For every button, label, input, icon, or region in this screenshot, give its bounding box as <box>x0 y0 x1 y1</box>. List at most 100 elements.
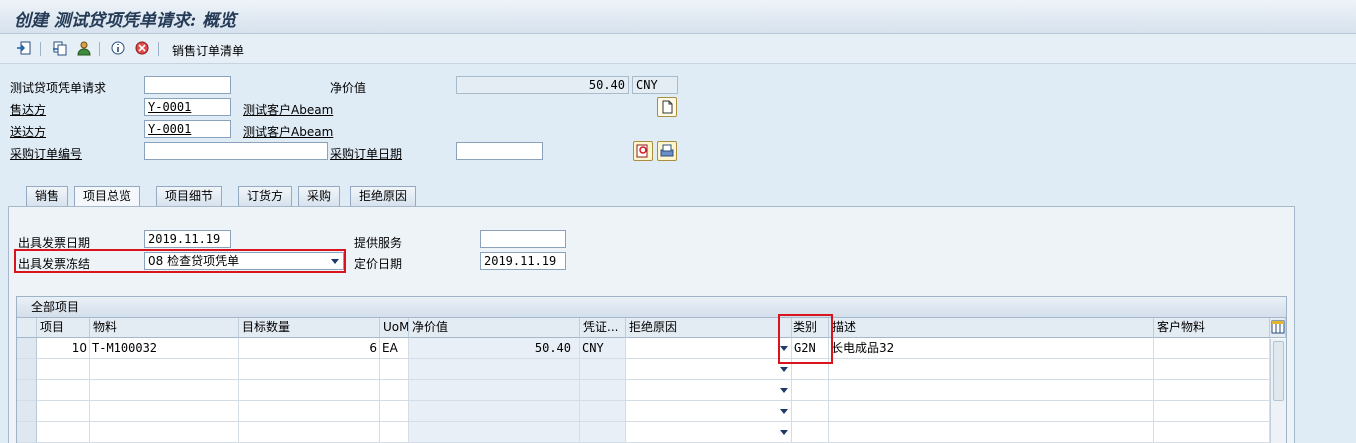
chevron-down-icon[interactable] <box>780 367 788 372</box>
ship-to-name-link[interactable]: 测试客户Abeam <box>243 123 333 140</box>
cell-material[interactable] <box>90 422 239 443</box>
cell-rejection-reason[interactable] <box>626 380 792 401</box>
document-button[interactable] <box>657 97 677 117</box>
cell-target-qty[interactable]: 6 <box>239 338 380 359</box>
cell-target-qty[interactable] <box>239 422 380 443</box>
row-selector[interactable] <box>17 401 37 422</box>
chevron-down-icon[interactable] <box>780 430 788 435</box>
row-selector-header[interactable] <box>17 318 37 338</box>
row-selector[interactable] <box>17 338 37 359</box>
cell-net-value <box>409 422 580 443</box>
col-customer-material[interactable]: 客户物料 <box>1154 318 1270 338</box>
net-value-field: 50.40 <box>456 76 629 94</box>
net-value-label: 净价值 <box>330 81 367 95</box>
items-table-title: 全部项目 <box>17 297 1286 318</box>
scrollbar-thumb[interactable] <box>1273 341 1284 401</box>
po-search-button[interactable] <box>633 141 653 161</box>
cell-material[interactable] <box>90 359 239 380</box>
billing-date-field[interactable]: 2019.11.19 <box>144 230 231 248</box>
vertical-scrollbar[interactable] <box>1270 339 1286 443</box>
tab-rejection-reason[interactable]: 拒绝原因 <box>350 186 417 206</box>
billing-block-value: 08 检查贷项凭单 <box>148 254 240 268</box>
cell-item[interactable]: 10 <box>37 338 90 359</box>
cell-description[interactable] <box>829 422 1154 443</box>
cell-uom[interactable] <box>380 359 409 380</box>
po-number-field[interactable] <box>144 142 328 160</box>
po-print-button[interactable] <box>657 141 677 161</box>
cell-description[interactable]: 长电成品32 <box>829 338 1154 359</box>
cell-net-value <box>409 359 580 380</box>
row-selector[interactable] <box>17 359 37 380</box>
tab-ordering-party[interactable]: 订货方 <box>238 186 293 206</box>
info-icon[interactable] <box>110 40 126 56</box>
row-selector[interactable] <box>17 422 37 443</box>
sales-order-list-button[interactable]: 销售订单清单 <box>172 42 244 59</box>
delete-icon[interactable] <box>134 40 150 56</box>
title-bar: 创建 测试贷项凭单请求: 概览 <box>0 0 1356 34</box>
cell-category[interactable] <box>792 380 829 401</box>
cell-currency <box>580 401 626 422</box>
cell-uom[interactable] <box>380 422 409 443</box>
cell-item[interactable] <box>37 422 90 443</box>
cell-material[interactable] <box>90 401 239 422</box>
cell-description[interactable] <box>829 380 1154 401</box>
tab-purchasing[interactable]: 采购 <box>298 186 341 206</box>
cell-uom[interactable] <box>380 380 409 401</box>
cell-item[interactable] <box>37 401 90 422</box>
cell-uom[interactable] <box>380 401 409 422</box>
cell-target-qty[interactable] <box>239 359 380 380</box>
cell-description[interactable] <box>829 359 1154 380</box>
chevron-down-icon[interactable] <box>780 388 788 393</box>
chevron-down-icon[interactable] <box>331 259 339 264</box>
cell-category[interactable] <box>792 401 829 422</box>
cell-customer-material[interactable] <box>1154 380 1270 401</box>
po-date-field[interactable] <box>456 142 543 160</box>
cell-rejection-reason[interactable] <box>626 401 792 422</box>
pricing-date-field[interactable]: 2019.11.19 <box>480 252 566 270</box>
credit-memo-request-field[interactable] <box>144 76 231 94</box>
col-uom[interactable]: UoM <box>380 318 409 338</box>
column-settings-button[interactable] <box>1270 318 1286 338</box>
cell-uom[interactable]: EA <box>380 338 409 359</box>
tab-sales[interactable]: 销售 <box>26 186 69 206</box>
service-field[interactable] <box>480 230 566 248</box>
col-target-qty[interactable]: 目标数量 <box>239 318 380 338</box>
row-selector[interactable] <box>17 380 37 401</box>
display-object-icon[interactable] <box>16 40 32 56</box>
table-settings-icon <box>1271 320 1285 334</box>
sold-to-label: 售达方 <box>10 103 47 117</box>
cell-target-qty[interactable] <box>239 380 380 401</box>
person-icon[interactable] <box>76 40 92 56</box>
cell-customer-material[interactable] <box>1154 401 1270 422</box>
cell-currency <box>580 359 626 380</box>
tab-item-overview[interactable]: 项目总览 <box>74 186 141 207</box>
cell-item[interactable] <box>37 380 90 401</box>
cell-material[interactable]: T-M100032 <box>90 338 239 359</box>
cell-item[interactable] <box>37 359 90 380</box>
col-description[interactable]: 描述 <box>829 318 1154 338</box>
sold-to-field[interactable]: Y-0001 <box>144 98 231 116</box>
copy-icon[interactable] <box>52 40 68 56</box>
cell-customer-material[interactable] <box>1154 338 1270 359</box>
cell-customer-material[interactable] <box>1154 359 1270 380</box>
cell-material[interactable] <box>90 380 239 401</box>
col-rejection-reason[interactable]: 拒绝原因 <box>626 318 792 338</box>
col-material[interactable]: 物料 <box>90 318 239 338</box>
tab-item-detail[interactable]: 项目细节 <box>156 186 223 206</box>
billing-block-dropdown[interactable]: 08 检查贷项凭单 <box>144 252 344 270</box>
col-doc-currency[interactable]: 凭证... <box>580 318 626 338</box>
cell-description[interactable] <box>829 401 1154 422</box>
cell-customer-material[interactable] <box>1154 422 1270 443</box>
col-net-value[interactable]: 净价值 <box>409 318 580 338</box>
cell-rejection-reason[interactable] <box>626 422 792 443</box>
billing-block-label: 出具发票冻结 <box>18 257 91 271</box>
cell-rejection-reason[interactable] <box>626 338 792 359</box>
cell-category[interactable] <box>792 422 829 443</box>
currency-field: CNY <box>632 76 678 94</box>
sold-to-name-link[interactable]: 测试客户Abeam <box>243 101 333 118</box>
cell-target-qty[interactable] <box>239 401 380 422</box>
chevron-down-icon[interactable] <box>780 409 788 414</box>
col-item[interactable]: 项目 <box>37 318 90 338</box>
cell-rejection-reason[interactable] <box>626 359 792 380</box>
ship-to-field[interactable]: Y-0001 <box>144 120 231 138</box>
